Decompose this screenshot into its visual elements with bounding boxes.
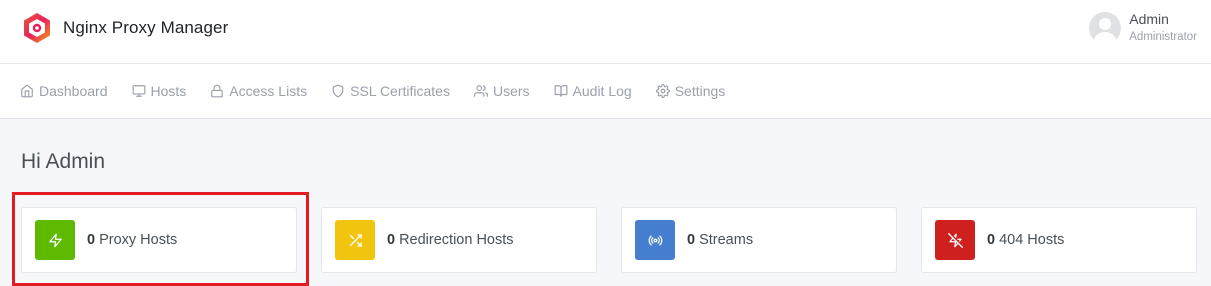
card-icon-box [335,220,375,260]
book-icon [554,85,567,97]
nav-item-dashboard[interactable]: Dashboard [20,83,108,99]
main-nav: Dashboard Hosts Access Lists SSL Certifi… [0,64,1211,119]
card-label: 404 Hosts [999,232,1065,248]
proxy-hosts-card[interactable]: 0 Proxy Hosts [21,207,297,273]
card-label: Streams [699,232,754,248]
card-text: 0 Redirection Hosts [387,232,514,248]
nav-item-access-lists[interactable]: Access Lists [210,83,307,99]
streams-card[interactable]: 0 Streams [621,207,897,273]
zap-icon [48,233,62,247]
card-label: Redirection Hosts [399,232,514,248]
monitor-icon [132,85,145,97]
brand[interactable]: Nginx Proxy Manager [22,12,228,44]
nav-item-settings[interactable]: Settings [655,83,726,99]
user-info: Admin Administrator [1129,12,1197,43]
page-title: Hi Admin [21,150,106,173]
card-count: 0 [87,232,96,248]
nav-item-label: SSL Certificates [350,83,450,99]
card-text: 0 404 Hosts [987,232,1064,248]
card-icon-box [635,220,675,260]
nav-item-label: Access Lists [229,83,308,99]
lock-icon [211,84,224,98]
avatar[interactable] [1089,12,1122,44]
settings-icon [655,84,670,98]
zap-off-icon [947,232,963,248]
user-menu[interactable]: Admin Administrator [1089,12,1197,44]
user-role: Administrator [1129,30,1197,43]
card-text: 0 Streams [687,232,753,248]
nav-item-label: Users [492,83,530,99]
card-label: Proxy Hosts [99,232,178,248]
card-count: 0 [687,232,696,248]
nav-item-label: Dashboard [39,83,108,99]
card-text: 0 Proxy Hosts [87,232,177,248]
home-icon [21,84,33,98]
nav-item-ssl-certificates[interactable]: SSL Certificates [331,83,450,99]
404-hosts-card[interactable]: 0 404 Hosts [921,207,1197,273]
radio-icon [648,234,662,246]
users-icon [473,85,488,97]
card-count: 0 [987,232,996,248]
shield-icon [332,84,344,98]
nav-item-hosts[interactable]: Hosts [132,83,187,99]
top-header: Nginx Proxy Manager Admin Administrator [0,0,1211,64]
nav-item-users[interactable]: Users [473,83,530,99]
app-title: Nginx Proxy Manager [63,18,229,37]
redirection-hosts-card[interactable]: 0 Redirection Hosts [321,207,597,273]
card-icon-box [935,220,975,260]
nav-item-label: Settings [674,83,726,99]
card-count: 0 [387,232,396,248]
nginx-proxy-manager-logo-icon [24,13,50,43]
nav-item-label: Audit Log [572,83,632,99]
user-name: Admin [1129,11,1169,28]
nav-item-label: Hosts [150,83,187,99]
shuffle-icon [349,233,362,247]
nav-item-audit-log[interactable]: Audit Log [554,83,632,99]
card-icon-box [35,220,75,260]
